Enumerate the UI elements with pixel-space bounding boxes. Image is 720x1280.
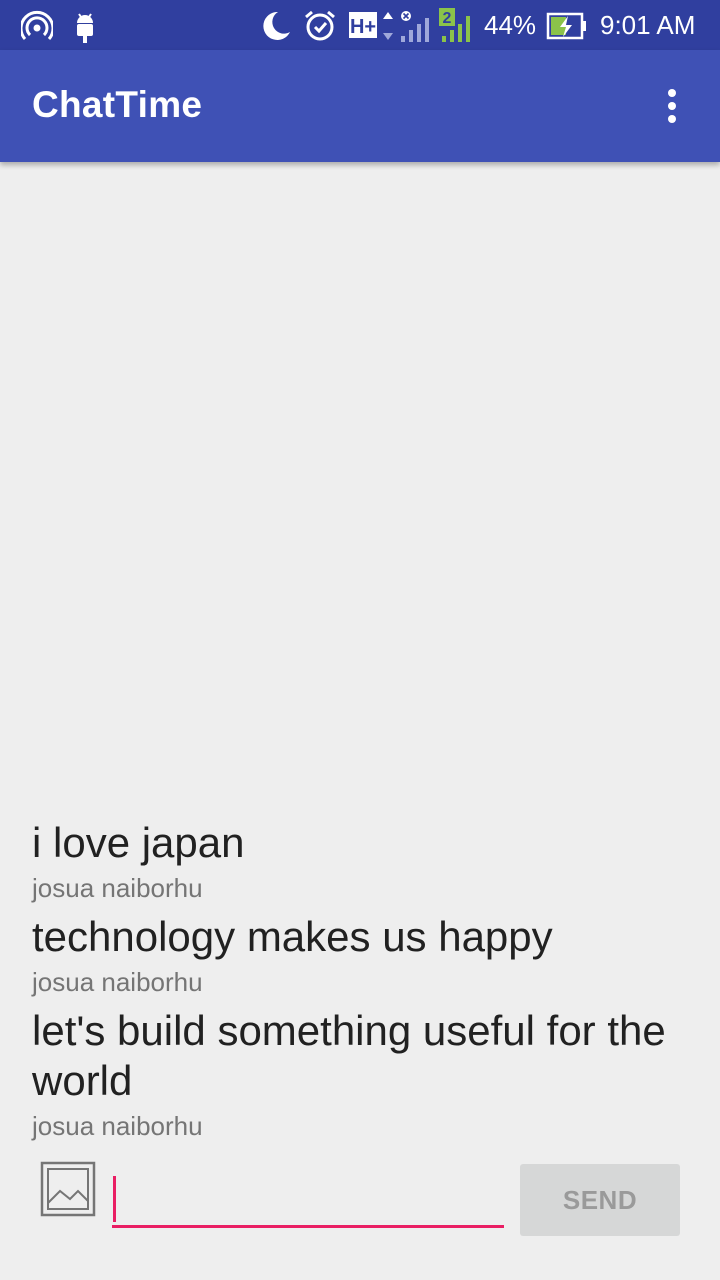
hotspot-icon: [20, 8, 54, 44]
message-text: i love japan: [32, 819, 245, 866]
message-item: technology makes us happy josua naiborhu: [32, 912, 692, 1002]
battery-percent: 44%: [484, 10, 537, 40]
message-author: josua naiborhu: [32, 1111, 203, 1141]
message-list: i love japan josua naiborhu technology m…: [32, 818, 692, 1150]
send-button[interactable]: SEND: [520, 1164, 680, 1236]
text-cursor: [113, 1176, 116, 1222]
more-vert-icon[interactable]: [650, 78, 694, 134]
message-text: technology makes us happy: [32, 913, 553, 960]
message-input[interactable]: [112, 1170, 504, 1228]
alarm-icon: [300, 8, 340, 44]
signal-icon: [398, 8, 434, 44]
app-title: ChatTime: [32, 84, 203, 125]
sim-2-signal-icon: 2: [438, 8, 474, 44]
message-composer: SEND: [0, 1150, 720, 1250]
message-item: i love japan josua naiborhu: [32, 818, 692, 908]
network-h-plus-icon: H+: [348, 8, 398, 44]
network-type-label: H+: [350, 16, 376, 38]
battery-charging-icon: [546, 8, 588, 44]
message-author: josua naiborhu: [32, 967, 203, 997]
android-debug-icon: [70, 8, 100, 44]
status-bar: H+ 2 44% 9:01 AM: [0, 0, 720, 50]
do-not-disturb-moon-icon: [254, 8, 294, 44]
message-item: let's build something useful for the wor…: [32, 1006, 692, 1146]
clock: 9:01 AM: [600, 10, 696, 40]
sim-label: 2: [443, 10, 452, 27]
app-bar: ChatTime: [0, 50, 720, 162]
message-author: josua naiborhu: [32, 873, 203, 903]
message-text: let's build something useful for the wor…: [32, 1007, 666, 1104]
image-picker-icon[interactable]: [40, 1161, 96, 1217]
